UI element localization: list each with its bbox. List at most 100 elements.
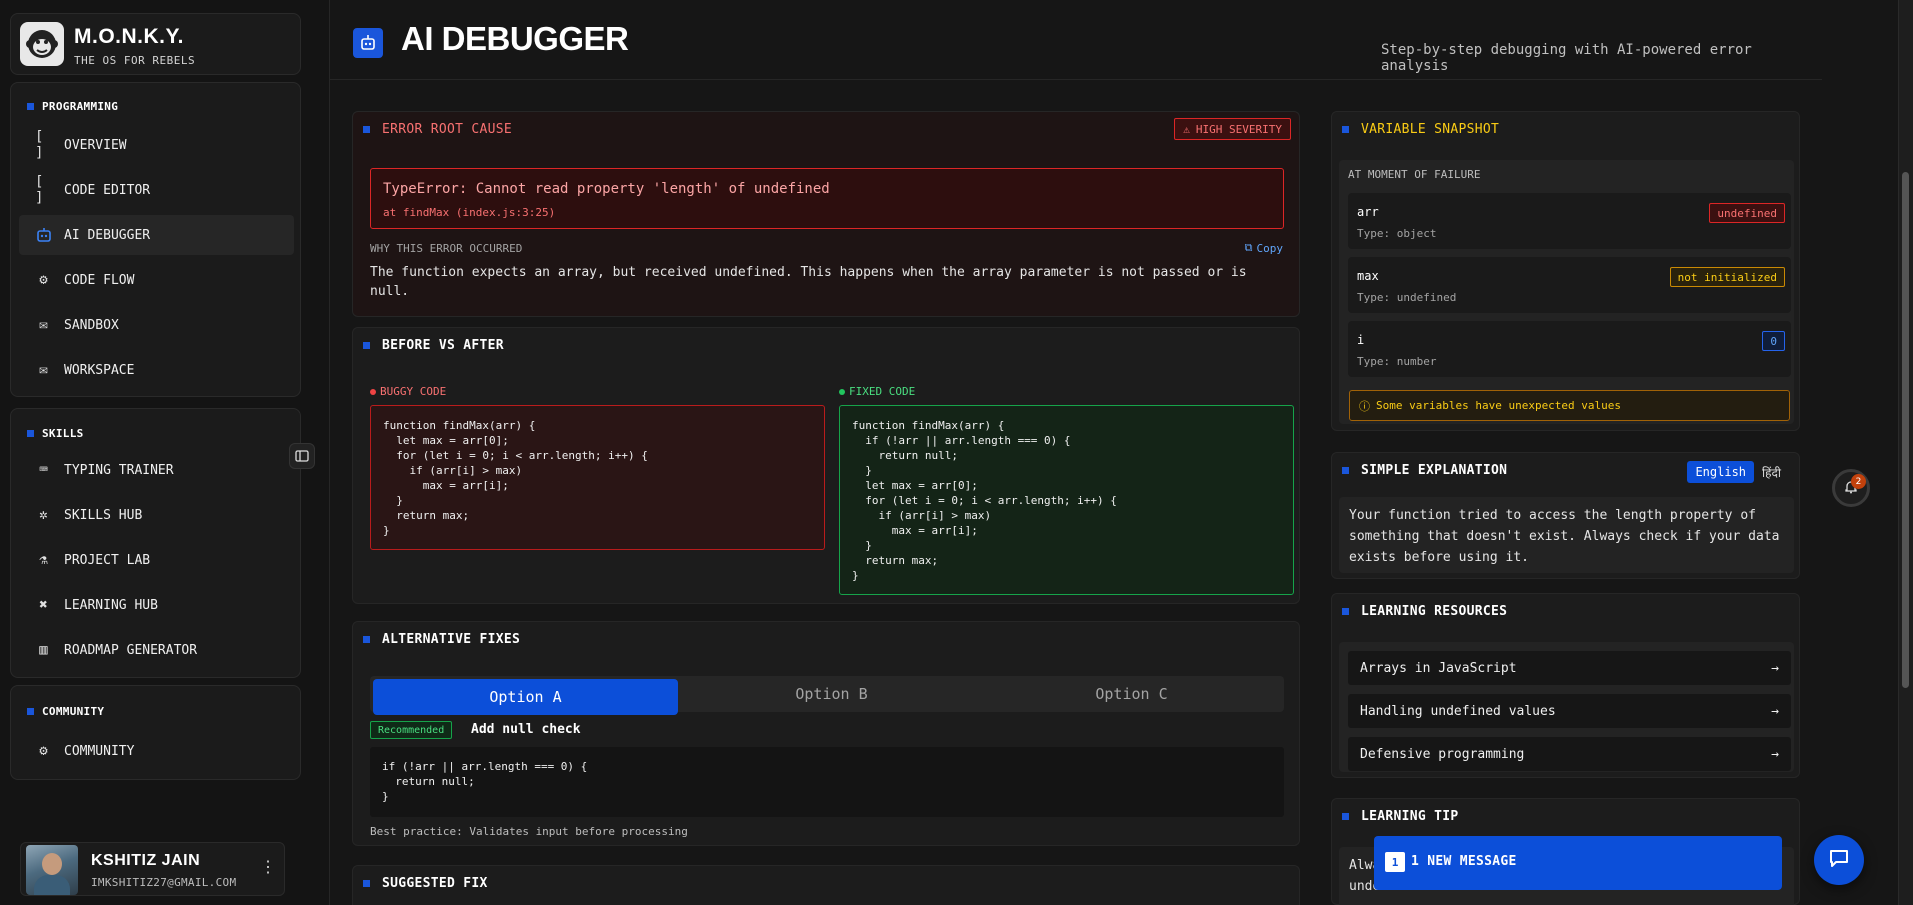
brand[interactable]: M.O.N.K.Y. THE OS FOR REBELS [10,13,301,75]
flask-icon: ⚗ [39,552,48,568]
arrow-right-icon: → [1771,746,1779,762]
panel-title: ALTERNATIVE FIXES [363,632,520,647]
alternative-fixes-panel: ALTERNATIVE FIXES Option A Option B Opti… [352,621,1300,846]
message-count: 1 [1385,852,1405,872]
chat-icon [1827,846,1851,874]
severity-badge: ⚠ HIGH SEVERITY [1174,118,1291,140]
nav-group-community: COMMUNITY ⚙ COMMUNITY [10,685,301,780]
brackets-icon: [ ] [35,174,44,206]
nav-item-workspace[interactable]: ✉ WORKSPACE [19,350,294,390]
sidebar: M.O.N.K.Y. THE OS FOR REBELS PROGRAMMING… [0,0,330,905]
nav-item-community[interactable]: ⚙ COMMUNITY [19,731,294,771]
fix-title: Add null check [471,722,581,737]
info-icon: ⓘ [1359,399,1370,413]
scrollbar[interactable] [1898,0,1913,905]
nav-item-ai-debugger[interactable]: AI DEBUGGER [19,215,294,255]
arrow-right-icon: → [1771,703,1779,719]
why-text: The function expects an array, but recei… [370,265,1247,299]
value-badge: 0 [1762,331,1785,351]
scroll-thumb[interactable] [1902,172,1909,688]
keyboard-icon: ⌨ [39,462,48,478]
lang-english-button[interactable]: English [1687,461,1755,483]
value-badge: undefined [1709,203,1785,223]
page-subtitle: Step-by-step debugging with AI-powered e… [1381,42,1752,74]
fixed-code-label: FIXED CODE [839,385,915,398]
nav-heading-community: COMMUNITY [27,705,104,718]
notification-count: 2 [1851,474,1866,489]
network-icon: ✖ [39,597,48,613]
panel-title: VARIABLE SNAPSHOT [1342,122,1499,137]
nav-heading-skills: SKILLS [27,427,84,440]
nav-group-programming: PROGRAMMING [ ] OVERVIEW [ ] CODE EDITOR… [10,82,301,397]
alternative-code-block: if (!arr || arr.length === 0) { return n… [370,747,1284,817]
resource-link[interactable]: Defensive programming → [1348,737,1791,771]
nav-item-overview[interactable]: [ ] OVERVIEW [19,125,294,165]
monkey-logo-icon [20,22,64,66]
new-message-bar[interactable]: 1 1 NEW MESSAGE [1374,836,1782,890]
variable-card-max[interactable]: max Type: undefined not initialized [1348,257,1791,313]
header-divider [330,79,1822,80]
variables-warning: ⓘ Some variables have unexpected values [1349,390,1790,421]
resource-link[interactable]: Arrays in JavaScript → [1348,651,1791,685]
error-message: TypeError: Cannot read property 'length'… [383,181,830,197]
user-profile-card[interactable]: KSHITIZ JAIN IMKSHITIZ27@GMAIL.COM ⋮ [20,842,285,896]
nav-item-skills-hub[interactable]: ✲ SKILLS HUB [19,495,294,535]
nav-item-sandbox[interactable]: ✉ SANDBOX [19,305,294,345]
error-location: at findMax (index.js:3:25) [383,206,556,219]
panel-title: SIMPLE EXPLANATION [1342,463,1507,478]
panel-title: ERROR ROOT CAUSE [363,122,512,137]
page-title: AI DEBUGGER [401,20,629,57]
fixed-code-block: function findMax(arr) { if (!arr || arr.… [839,405,1294,595]
nav-item-typing-trainer[interactable]: ⌨ TYPING TRAINER [19,450,294,490]
bot-icon [35,227,52,244]
tab-option-a[interactable]: Option A [373,679,678,715]
tab-option-b[interactable]: Option B [679,676,984,712]
error-message-box: TypeError: Cannot read property 'length'… [370,168,1284,229]
user-name: KSHITIZ JAIN [91,852,201,869]
mail-icon: ✉ [39,362,48,378]
arrow-right-icon: → [1771,660,1779,676]
chat-button[interactable] [1814,835,1864,885]
language-toggle: English हिंदी [1687,461,1789,483]
copy-button[interactable]: ⧉ Copy [1245,241,1283,255]
nav-item-project-lab[interactable]: ⚗ PROJECT LAB [19,540,294,580]
buggy-code-block: function findMax(arr) { let max = arr[0]… [370,405,825,550]
value-badge: not initialized [1669,267,1785,287]
nav-item-roadmap-generator[interactable]: ▥ ROADMAP GENERATOR [19,630,294,670]
panel-title: LEARNING RESOURCES [1342,604,1507,619]
copy-icon: ⧉ [1244,241,1253,254]
suggested-fix-panel: SUGGESTED FIX [352,865,1300,905]
gear-icon: ⚙ [39,743,48,759]
before-after-panel: BEFORE VS AFTER BUGGY CODE FIXED CODE fu… [352,327,1300,604]
sidebar-collapse-button[interactable] [289,443,315,469]
lang-hindi-button[interactable]: हिंदी [1754,461,1789,483]
panel-title: SUGGESTED FIX [363,876,488,891]
nav-item-learning-hub[interactable]: ✖ LEARNING HUB [19,585,294,625]
user-email: IMKSHITIZ27@GMAIL.COM [91,876,237,889]
variable-card-i[interactable]: i Type: number 0 [1348,321,1791,377]
buggy-code-label: BUGGY CODE [370,385,446,398]
notification-button[interactable]: 2 [1832,469,1870,507]
nav-item-code-editor[interactable]: [ ] CODE EDITOR [19,170,294,210]
explanation-text: Your function tried to access the length… [1339,497,1794,573]
brand-subtitle: THE OS FOR REBELS [74,54,196,67]
variable-card-arr[interactable]: arr Type: object undefined [1348,193,1791,249]
resource-link[interactable]: Handling undefined values → [1348,694,1791,728]
brackets-icon: [ ] [35,129,44,161]
simple-explanation-panel: SIMPLE EXPLANATION English हिंदी Your fu… [1331,452,1800,579]
option-tabs: Option A Option B Option C [370,676,1284,715]
gear-icon: ⚙ [39,272,48,288]
nav-item-code-flow[interactable]: ⚙ CODE FLOW [19,260,294,300]
nav-group-skills: SKILLS ⌨ TYPING TRAINER ✲ SKILLS HUB ⚗ P… [10,408,301,678]
message-label: 1 NEW MESSAGE [1411,854,1517,869]
why-label: WHY THIS ERROR OCCURRED [370,242,523,255]
variables-heading: AT MOMENT OF FAILURE [1348,168,1481,181]
panel-title: BEFORE VS AFTER [363,338,504,353]
avatar [26,845,78,895]
alert-triangle-icon: ⚠ [1183,122,1190,136]
panel-left-icon [295,447,309,466]
badge-icon: ✲ [39,507,48,523]
tab-option-c[interactable]: Option C [979,676,1284,712]
map-icon: ▥ [39,642,48,658]
more-vertical-icon[interactable]: ⋮ [260,857,276,876]
